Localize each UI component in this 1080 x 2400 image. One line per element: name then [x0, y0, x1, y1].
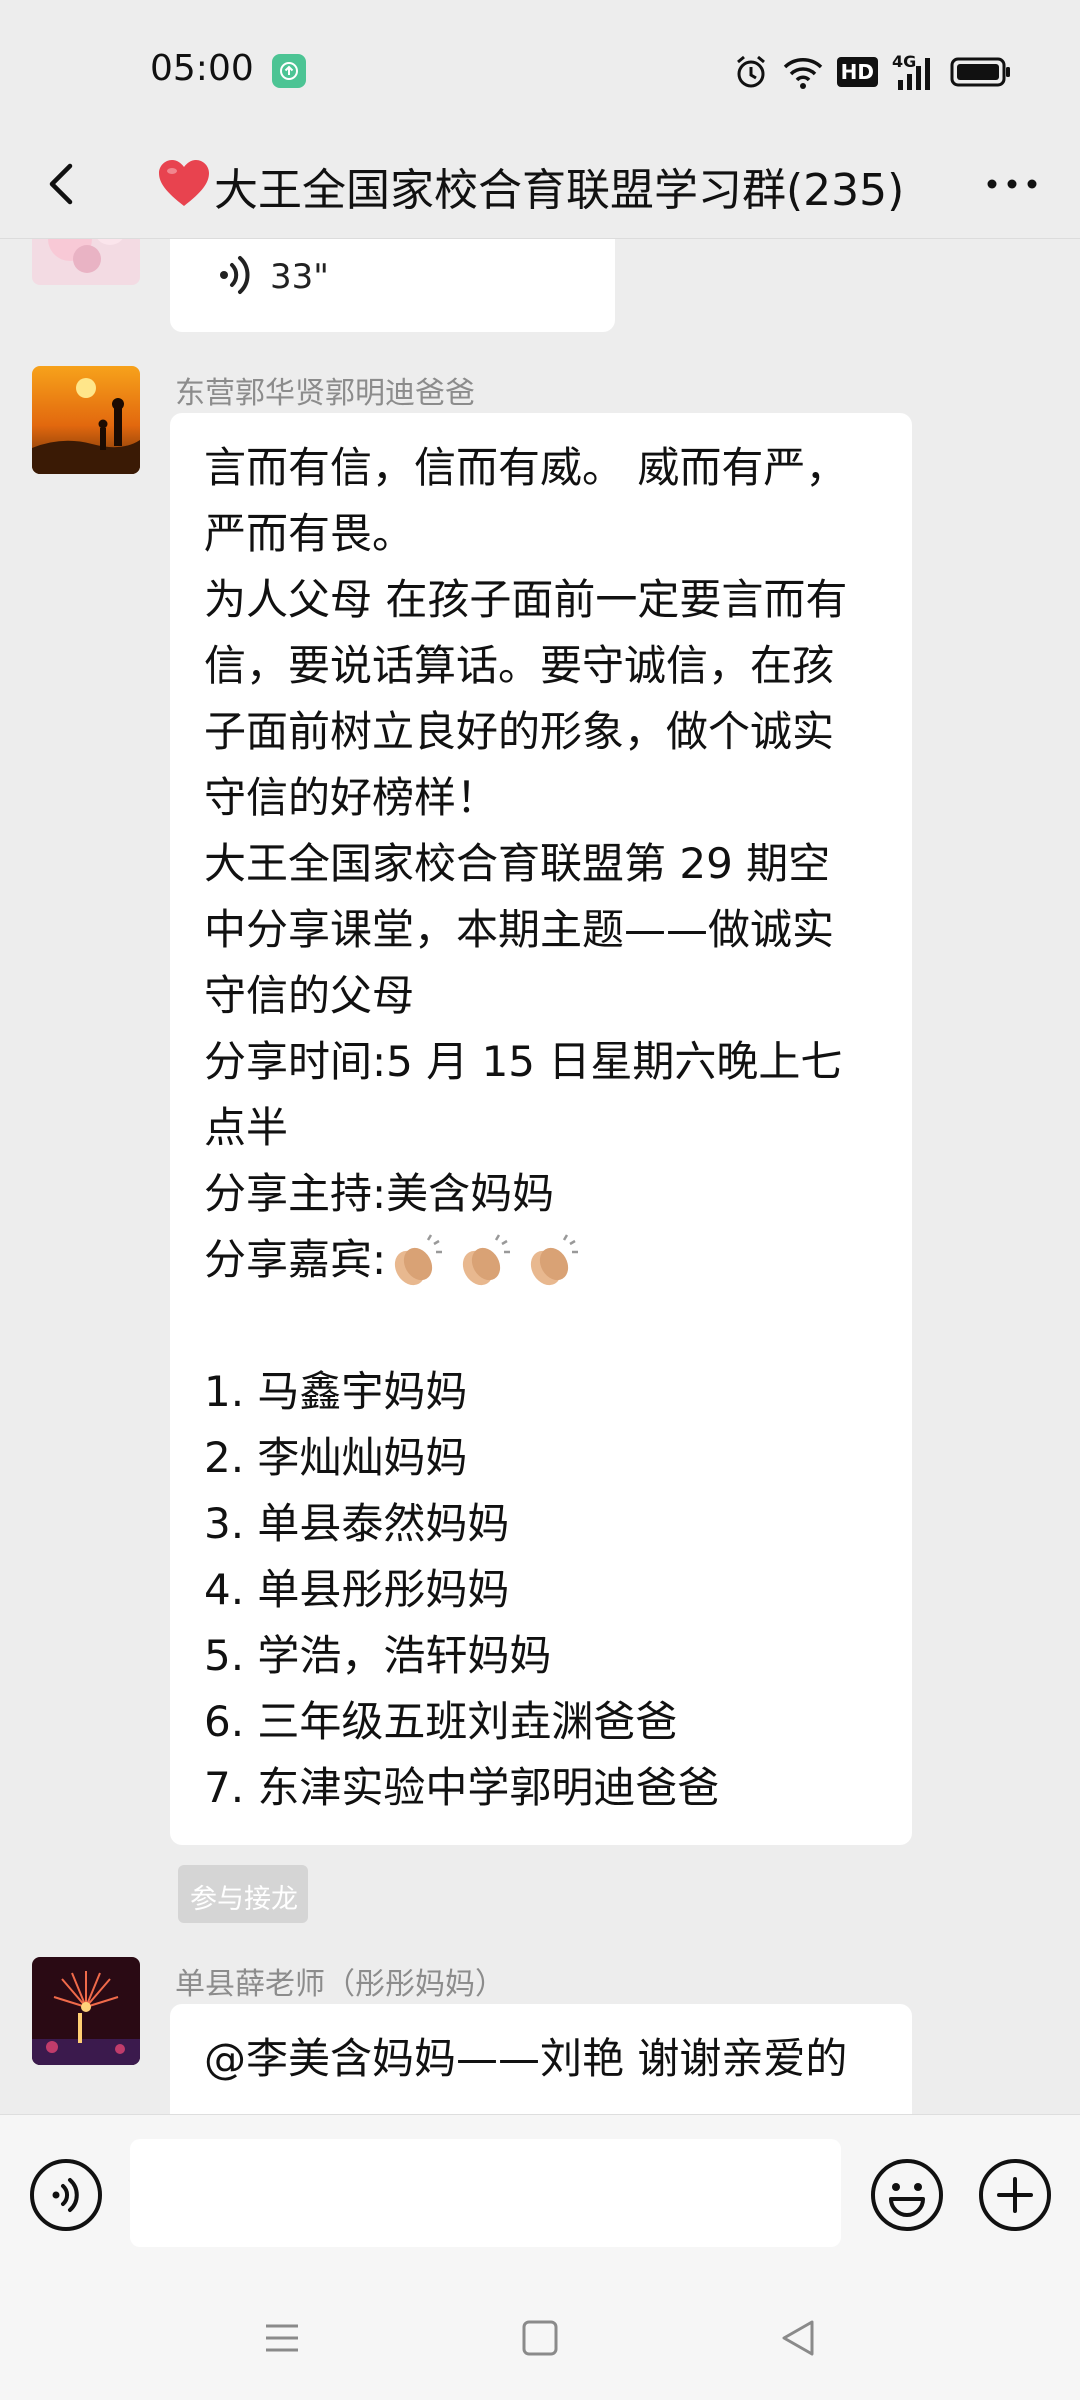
menu-icon[interactable] — [262, 2318, 302, 2358]
voice-play-icon — [220, 256, 250, 294]
clapping-hands-icon — [395, 1233, 443, 1285]
message-line: 分享嘉宾: — [204, 1235, 387, 1284]
sender-name: 东营郭华贤郭明迪爸爸 — [175, 376, 475, 411]
home-icon[interactable] — [518, 2316, 562, 2360]
message-line: 子面前树立良好的形象，做个诚实 — [204, 707, 835, 756]
message-line: 2. 李灿灿妈妈 — [204, 1433, 468, 1482]
text-message-bubble[interactable]: @李美含妈妈——刘艳 谢谢亲爱的 — [170, 2004, 912, 2114]
sender-name: 单县薛老师（彤彤妈妈） — [175, 1967, 505, 2002]
status-bar: 05:00 HD 4G — [0, 0, 1080, 130]
message-text[interactable]: @李美含妈妈——刘艳 谢谢亲爱的 — [204, 2026, 847, 2092]
message-line: 分享时间:5 月 15 日星期六晚上七 — [204, 1037, 843, 1086]
system-nav-bar — [0, 2278, 1080, 2400]
message-line: 分享主持:美含妈妈 — [204, 1169, 555, 1218]
back-icon[interactable] — [30, 152, 94, 216]
message-line: 信，要说话算话。要守诚信，在孩 — [204, 641, 835, 690]
heart-icon — [159, 160, 209, 206]
clapping-hands-icon — [463, 1233, 511, 1285]
status-time: 05:00 — [150, 48, 254, 89]
wifi-icon — [783, 58, 822, 89]
more-icon[interactable] — [980, 152, 1044, 216]
message-line: 严而有畏。 — [204, 509, 415, 558]
voice-message-bubble[interactable]: 33" — [170, 239, 615, 332]
message-line — [204, 1293, 884, 1359]
clapping-hands-icon — [531, 1233, 579, 1285]
avatar[interactable] — [32, 1957, 140, 2065]
chat-title: 大王全国家校合育联盟学习群(235) — [214, 165, 905, 216]
input-bar — [0, 2114, 1080, 2279]
message-line: 4. 单县彤彤妈妈 — [204, 1565, 510, 1614]
message-line: 中分享课堂，本期主题——做诚实 — [204, 905, 835, 954]
message-line: 言而有信，信而有威。 威而有严， — [204, 443, 848, 492]
message-line-with-emoji: 分享嘉宾: — [204, 1227, 884, 1293]
message-line: 守信的父母 — [204, 971, 415, 1020]
battery-icon — [950, 57, 1010, 87]
plus-icon[interactable] — [977, 2157, 1053, 2233]
hd-icon: HD — [836, 57, 878, 87]
chat-messages[interactable]: 33" 东营郭华贤郭明迪爸爸 言而有信，信而有威。 威而有严， 严而有畏。 为人… — [0, 239, 1080, 2114]
avatar[interactable] — [32, 239, 140, 285]
message-line: 3. 单县泰然妈妈 — [204, 1499, 510, 1548]
message-line: 1. 马鑫宇妈妈 — [204, 1367, 468, 1416]
avatar[interactable] — [32, 366, 140, 474]
network-type: 4G — [892, 52, 917, 71]
back-triangle-icon[interactable] — [776, 2316, 820, 2360]
message-input[interactable] — [130, 2139, 841, 2247]
message-line: 守信的好榜样！ — [204, 773, 499, 822]
text-message-bubble[interactable]: 言而有信，信而有威。 威而有严， 严而有畏。 为人父母 在孩子面前一定要言而有 … — [170, 413, 912, 1845]
voice-duration: 33" — [270, 257, 329, 297]
voice-input-icon[interactable] — [28, 2157, 104, 2233]
message-line: 5. 学浩，浩轩妈妈 — [204, 1631, 552, 1680]
alarm-icon — [736, 55, 765, 88]
join-relay-button[interactable]: 参与接龙 — [178, 1865, 308, 1923]
message-line: 大王全国家校合育联盟第 29 期空 — [204, 839, 831, 888]
message-text[interactable]: 言而有信，信而有威。 威而有严， 严而有畏。 为人父母 在孩子面前一定要言而有 … — [204, 435, 884, 1821]
signal-icon: 4G — [892, 52, 936, 90]
emoji-icon[interactable] — [869, 2157, 945, 2233]
message-line: 为人父母 在孩子面前一定要言而有 — [204, 575, 848, 624]
message-line: 点半 — [204, 1103, 289, 1152]
chat-header: 大王全国家校合育联盟学习群(235) — [0, 130, 1080, 239]
upload-notification-icon — [272, 54, 306, 88]
message-line: 6. 三年级五班刘垚渊爸爸 — [204, 1697, 678, 1746]
join-relay-label: 参与接龙 — [190, 1884, 298, 1915]
message-line: 7. 东津实验中学郭明迪爸爸 — [204, 1763, 720, 1812]
system-icons: HD 4G — [733, 52, 1012, 92]
